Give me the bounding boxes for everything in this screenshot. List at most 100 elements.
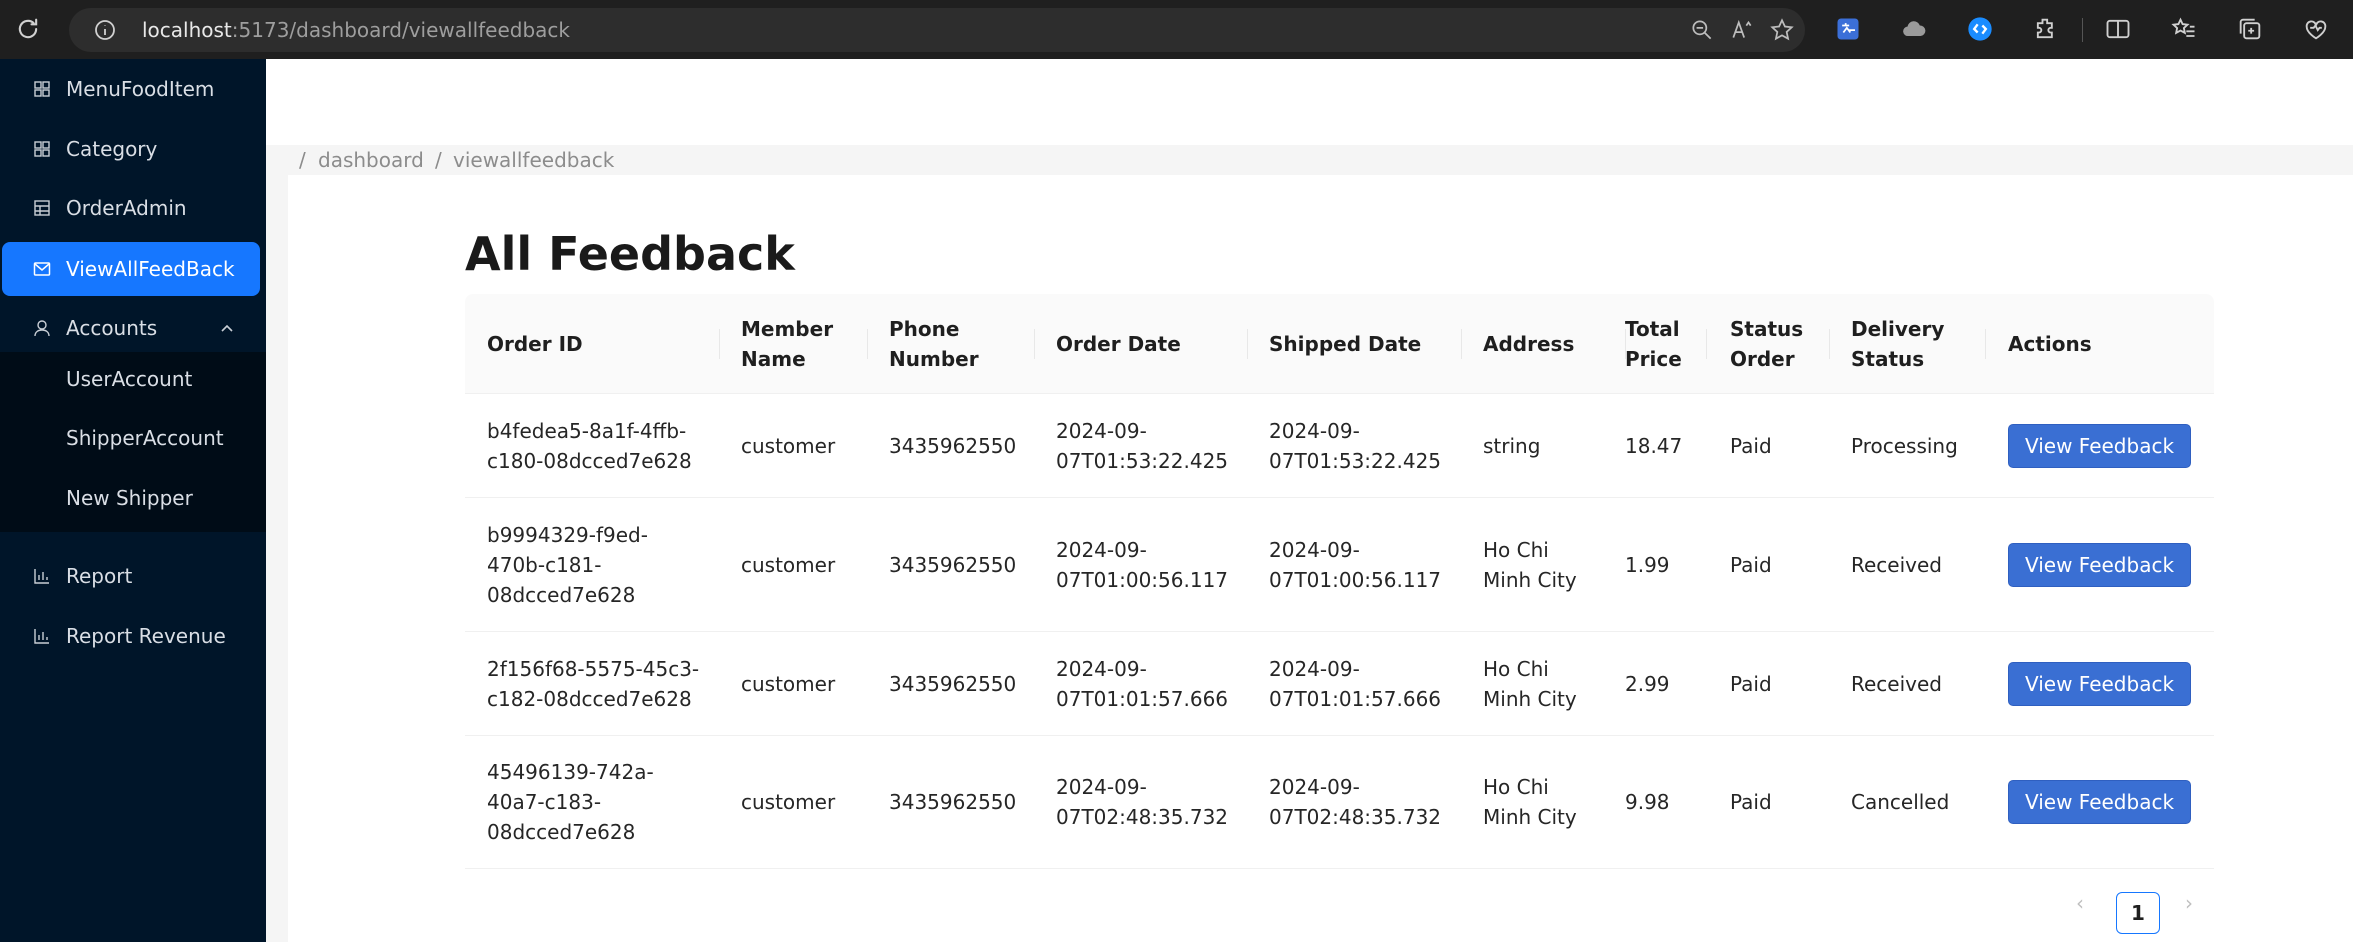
shipped-date-cell: 2024-09- 07T02:48:35.732 [1269,775,1442,829]
table-header: Order ID Member Name Phone Number Order Da… [465,294,2214,394]
split-screen-icon[interactable] [2104,15,2132,43]
column-header-order-date: Order Date [1056,332,1181,356]
address-cell: Ho Chi Minh City [1483,657,1577,711]
read-aloud-icon[interactable] [1729,17,1755,43]
sidebar-item-label: OrderAdmin [66,196,187,220]
breadcrumb-separator: / [299,148,306,172]
phone-number-cell: 3435962550 [889,672,1017,696]
bar-chart-icon [34,629,49,644]
delivery-status-cell: Cancelled [1851,790,1950,814]
phone-number-cell: 3435962550 [889,553,1017,577]
translate-extension-icon[interactable] [1834,15,1862,43]
delivery-status-cell: Received [1851,672,1942,696]
column-header-status-order: Status Order [1730,317,1804,371]
table-icon [34,200,50,216]
sidebar-item-label: Report [66,564,133,588]
status-order-cell: Paid [1730,790,1772,814]
member-name-cell: customer [741,790,836,814]
order-date-cell: 2024-09- 07T01:01:57.666 [1056,657,1229,711]
total-price-cell: 1.99 [1625,553,1670,577]
breadcrumb-item-dashboard[interactable]: dashboard [318,147,424,173]
column-divider [719,329,720,359]
sidebar-item-label: Accounts [66,316,158,340]
order-date-cell: 2024-09- 07T01:53:22.425 [1056,419,1229,473]
column-header-delivery-status: Delivery Status [1851,317,1945,371]
sidebar-item-new-shipper[interactable]: New Shipper [0,471,266,525]
pagination-prev-button[interactable]: ‹ [2076,891,2084,915]
address-cell: string [1483,434,1541,458]
mail-icon [33,262,51,276]
sidebar-item-label: Report Revenue [66,624,226,648]
phone-number-cell: 3435962550 [889,434,1017,458]
column-divider [1247,329,1248,359]
sidebar-subitem-label: ShipperAccount [66,426,224,450]
column-header-order-id: Order ID [487,332,583,356]
sidebar-item-shipperaccount[interactable]: ShipperAccount [0,411,266,465]
view-feedback-button[interactable]: View Feedback [2008,780,2191,824]
total-price-cell: 18.47 [1625,434,1683,458]
order-id-cell: 2f156f68-5575-45c3- c182-08dcced7e628 [487,657,700,711]
column-header-total-price: Total Price [1625,317,1682,371]
order-id-cell: b9994329-f9ed- 470b-c181- 08dcced7e628 [487,523,648,607]
info-icon[interactable] [93,18,117,42]
sidebar-item-report[interactable]: Report [0,549,266,603]
column-divider [867,329,868,359]
breadcrumb: / dashboard / viewallfeedback [288,145,2353,175]
sidebar: MenuFoodItem Category OrderAdmin ViewAll… [0,59,266,942]
order-date-cell: 2024-09- 07T01:00:56.117 [1056,538,1229,592]
delivery-status-cell: Processing [1851,434,1958,458]
address-bar[interactable]: localhost:5173/dashboard/viewallfeedback [69,8,1805,52]
member-name-cell: customer [741,434,836,458]
column-divider [1461,329,1462,359]
column-divider [1706,329,1707,359]
total-price-cell: 9.98 [1625,790,1670,814]
sidebar-item-useraccount[interactable]: UserAccount [0,352,266,406]
column-divider [1034,329,1035,359]
view-feedback-button[interactable]: View Feedback [2008,662,2191,706]
column-header-member-name: Member Name [741,317,834,371]
view-feedback-button[interactable]: View Feedback [2008,424,2191,468]
cloud-extension-icon[interactable] [1900,15,1928,43]
url-text[interactable]: localhost:5173/dashboard/viewallfeedback [142,18,570,42]
shazam-extension-icon[interactable] [1966,15,1994,43]
grid-icon [34,81,50,97]
status-order-cell: Paid [1730,553,1772,577]
browser-essentials-icon[interactable] [2302,15,2330,43]
sidebar-item-label: ViewAllFeedBack [66,257,235,281]
favorite-star-icon[interactable] [1769,17,1795,43]
shipped-date-cell: 2024-09- 07T01:00:56.117 [1269,538,1442,592]
column-divider [1985,329,1986,359]
toolbar-divider [2082,18,2083,42]
shipped-date-cell: 2024-09- 07T01:53:22.425 [1269,419,1442,473]
reload-icon[interactable] [14,15,42,43]
sidebar-item-viewallfeedback[interactable]: ViewAllFeedBack [2,242,260,296]
delivery-status-cell: Received [1851,553,1942,577]
sidebar-subitem-label: UserAccount [66,367,193,391]
bar-chart-icon [34,569,49,584]
phone-number-cell: 3435962550 [889,790,1017,814]
sidebar-item-accounts[interactable]: Accounts [0,301,266,355]
pagination-page-1[interactable]: 1 [2116,892,2160,934]
sidebar-item-menufooditem[interactable]: MenuFoodItem [0,62,266,116]
address-cell: Ho Chi Minh City [1483,538,1577,592]
collections-icon[interactable] [2236,15,2264,43]
status-order-cell: Paid [1730,672,1772,696]
pagination-next-button[interactable]: › [2185,891,2193,915]
favorites-icon[interactable] [2170,15,2198,43]
status-order-cell: Paid [1730,434,1772,458]
address-cell: Ho Chi Minh City [1483,775,1577,829]
sidebar-item-label: MenuFoodItem [66,77,215,101]
sidebar-item-report-revenue[interactable]: Report Revenue [0,609,266,663]
view-feedback-button[interactable]: View Feedback [2008,543,2191,587]
extensions-icon[interactable] [2032,15,2060,43]
sidebar-item-category[interactable]: Category [0,122,266,176]
column-header-shipped-date: Shipped Date [1269,332,1422,356]
page-title: All Feedback [465,227,795,281]
sidebar-item-orderadmin[interactable]: OrderAdmin [0,181,266,235]
user-icon [34,320,50,337]
zoom-out-icon[interactable] [1689,17,1715,43]
column-header-actions: Actions [2008,332,2092,356]
browser-toolbar: localhost:5173/dashboard/viewallfeedback [0,0,2353,59]
column-header-phone-number: Phone Number [889,317,979,371]
total-price-cell: 2.99 [1625,672,1670,696]
